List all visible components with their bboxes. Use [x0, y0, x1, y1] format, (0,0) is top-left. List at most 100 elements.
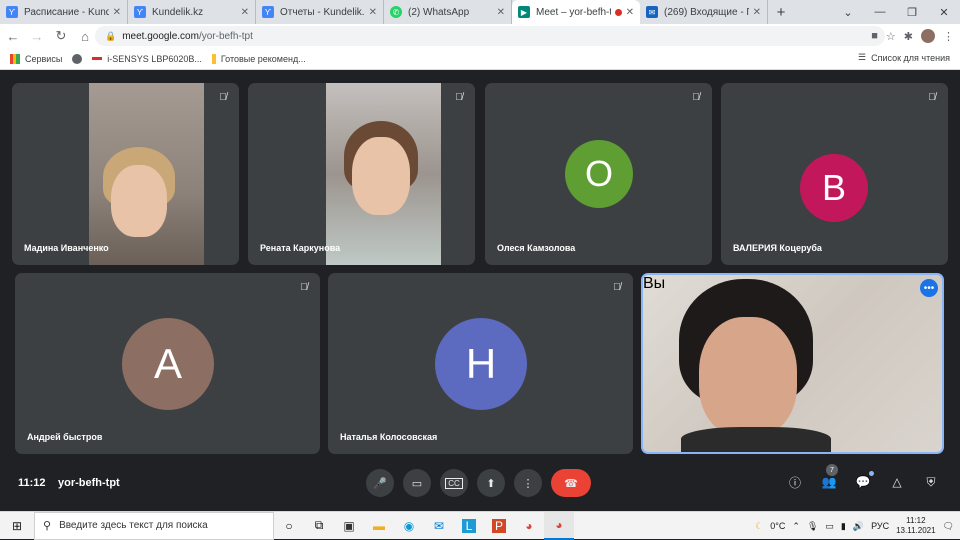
taskbar-clock[interactable]: 11:12 13.11.2021: [896, 516, 935, 536]
bookmark-item[interactable]: Сервисы: [10, 53, 63, 64]
participant-tile[interactable]: 🎙̸ Рената Каркунова: [248, 83, 475, 265]
present-button[interactable]: ⬆: [477, 469, 505, 497]
camera-in-use-icon[interactable]: ■: [871, 30, 878, 42]
reading-list-label: Список для чтения: [871, 52, 950, 63]
home-icon[interactable]: ⌂: [74, 25, 96, 47]
self-view-tile[interactable]: ••• Вы: [641, 273, 944, 454]
activities-icon: △: [892, 475, 902, 489]
edge-icon[interactable]: ◉: [394, 512, 424, 540]
camera-icon: ▭: [411, 477, 423, 490]
participant-video: [326, 83, 441, 265]
reading-list-button[interactable]: ☰ Список для чтения: [858, 52, 950, 63]
bookmark-folder-icon: [211, 53, 216, 64]
present-screen-icon: ⬆: [486, 477, 496, 490]
tab-title: Kundelik.kz: [152, 6, 204, 18]
meeting-time: 11:12: [18, 477, 46, 489]
star-icon[interactable]: ☆: [886, 30, 896, 43]
close-icon[interactable]: ✕: [241, 7, 249, 18]
url-host: meet.google.com: [122, 30, 199, 42]
chat-icon: 💬: [855, 475, 871, 489]
lock-icon: 🔒: [105, 30, 117, 41]
chat-button[interactable]: 💬: [854, 471, 874, 491]
taskbar-search[interactable]: ⚲ Введите здесь текст для поиска: [34, 511, 274, 540]
menu-icon[interactable]: ⋮: [943, 30, 954, 43]
participant-name: Мадина Иванченко: [24, 243, 109, 253]
close-icon[interactable]: ✕: [369, 7, 377, 18]
close-icon[interactable]: ✕: [626, 7, 634, 18]
participants-button[interactable]: 👥 7: [820, 464, 838, 491]
bookmark-item[interactable]: Готовые рекоменд...: [211, 53, 306, 64]
weather-icon[interactable]: ☾: [755, 521, 763, 532]
window-close-icon[interactable]: ✕: [928, 0, 960, 24]
microphone-button[interactable]: 🎤: [366, 469, 394, 497]
bookmark-item[interactable]: i-SENSYS LBP6020B...: [92, 54, 202, 64]
bookmark-item[interactable]: [72, 53, 83, 64]
minimize-icon[interactable]: —: [864, 0, 896, 24]
people-icon: 👥: [821, 475, 837, 489]
app-l-icon[interactable]: L: [454, 512, 484, 540]
browser-tab[interactable]: ϒ Расписание - Kundelik ✕: [0, 0, 128, 24]
file-explorer-icon[interactable]: ▬: [364, 512, 394, 540]
start-button[interactable]: ⊞: [0, 512, 34, 540]
powerpoint-icon[interactable]: P: [484, 512, 514, 540]
back-icon[interactable]: ←: [2, 25, 24, 47]
cortana-icon[interactable]: ○: [274, 512, 304, 540]
recording-indicator-icon: [614, 8, 622, 16]
notifications-icon[interactable]: 🗨: [943, 521, 954, 532]
participant-tile[interactable]: А 🎙̸ Андрей быстров: [15, 273, 320, 454]
microphone-tray-icon[interactable]: 🎙: [807, 521, 818, 532]
host-controls-button[interactable]: ⛨: [922, 473, 940, 491]
network-icon[interactable]: ▭: [825, 521, 834, 532]
chrome-icon[interactable]: ◕: [514, 512, 544, 540]
close-icon[interactable]: ✕: [113, 7, 121, 18]
face: [699, 317, 797, 437]
close-icon[interactable]: ✕: [497, 7, 505, 18]
bookmark-label: Готовые рекоменд...: [220, 53, 306, 64]
task-view-icon[interactable]: ⧉: [304, 512, 334, 540]
mic-off-icon: 🎙̸: [613, 281, 621, 293]
bookmarks-bar: Сервисы i-SENSYS LBP6020B... Готовые рек…: [0, 48, 960, 70]
more-options-button[interactable]: ⋮: [514, 469, 542, 497]
forward-icon[interactable]: →: [26, 25, 48, 47]
mic-off-icon: 🎙̸: [455, 91, 463, 103]
tray-expand-icon[interactable]: ⌃: [792, 521, 800, 532]
camera-button[interactable]: ▭: [403, 469, 431, 497]
leave-call-button[interactable]: ☎: [551, 469, 591, 497]
participant-name: Андрей быстров: [27, 432, 103, 442]
more-options-icon[interactable]: •••: [920, 279, 938, 297]
language-indicator[interactable]: РУС: [871, 521, 889, 531]
browser-tab[interactable]: ✆ (2) WhatsApp ✕: [384, 0, 512, 24]
battery-icon[interactable]: ▮: [841, 521, 846, 532]
more-vert-icon: ⋮: [522, 477, 534, 490]
meeting-details-button[interactable]: ⓘ: [786, 473, 804, 491]
mic-off-icon: 🎙̸: [219, 91, 227, 103]
url-field[interactable]: 🔒 meet.google.com/yor-befh-tpt: [95, 26, 885, 46]
captions-button[interactable]: CC: [440, 469, 468, 497]
activities-button[interactable]: △: [888, 473, 906, 491]
participant-tile[interactable]: В 🎙̸ ВАЛЕРИЯ Коцеруба: [721, 83, 948, 265]
hang-up-icon: ☎: [564, 477, 578, 490]
store-icon[interactable]: ▣: [334, 512, 364, 540]
volume-icon[interactable]: 🔊: [853, 521, 864, 532]
participant-tile[interactable]: 🎙̸ Мадина Иванченко: [12, 83, 239, 265]
reload-icon[interactable]: ↻: [50, 25, 72, 47]
extensions-icon[interactable]: ✱: [904, 30, 913, 43]
tab-search-icon[interactable]: ⌄: [832, 0, 864, 24]
participant-tile[interactable]: О 🎙̸ Олеся Камзолова: [485, 83, 712, 265]
close-icon[interactable]: ✕: [753, 7, 761, 18]
profile-avatar[interactable]: [921, 29, 935, 43]
mail-app-icon[interactable]: ✉: [424, 512, 454, 540]
chrome-profile-icon[interactable]: ◕: [544, 511, 574, 540]
mail-icon: ✉: [646, 6, 658, 18]
browser-tab[interactable]: ✉ (269) Входящие - Поч ✕: [640, 0, 768, 24]
browser-tab[interactable]: ϒ Отчеты - Kundelik.kz ✕: [256, 0, 384, 24]
participant-tile[interactable]: Н 🎙̸ Наталья Колосовская: [328, 273, 633, 454]
restore-icon[interactable]: ❐: [896, 0, 928, 24]
unread-dot: [869, 471, 874, 476]
new-tab-button[interactable]: +: [768, 0, 794, 24]
browser-tab-active[interactable]: ▶ Meet – yor-befh-tpt ✕: [512, 0, 640, 24]
clock-time: 11:12: [906, 516, 926, 525]
browser-tab[interactable]: ϒ Kundelik.kz ✕: [128, 0, 256, 24]
participant-name: Вы: [643, 275, 666, 292]
bookmark-label: Сервисы: [25, 53, 63, 64]
